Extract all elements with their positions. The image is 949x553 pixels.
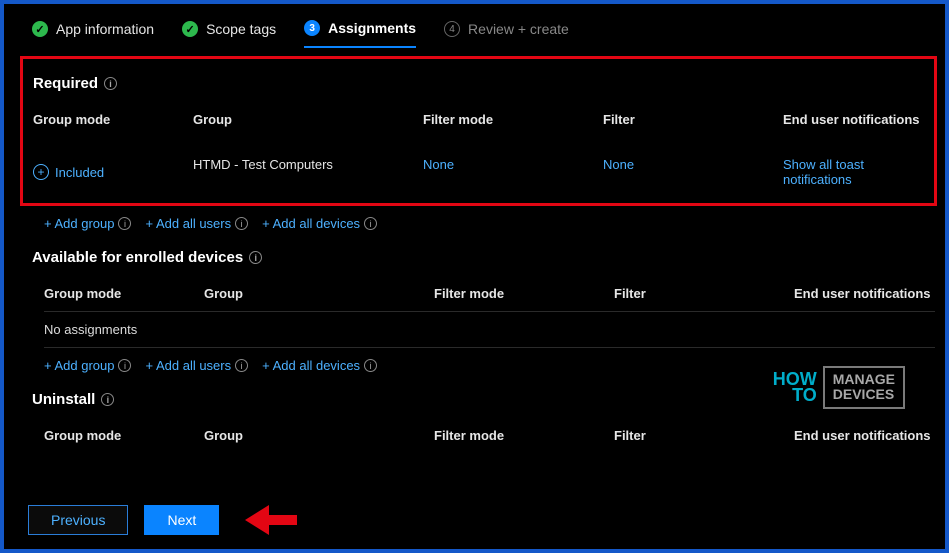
filter-mode-cell[interactable]: None — [423, 147, 593, 197]
wizard-steps: ✓ App information ✓ Scope tags 3 Assignm… — [32, 20, 935, 38]
step-number-icon: 4 — [444, 21, 460, 37]
col-filter-mode: Filter mode — [434, 420, 604, 453]
step-label: Assignments — [328, 20, 416, 36]
add-group-link[interactable]: + Add group i — [44, 358, 131, 373]
required-highlight: Required i Group mode Group Filter mode … — [20, 56, 937, 206]
add-group-link[interactable]: + Add group i — [44, 216, 131, 231]
add-all-devices-link[interactable]: + Add all devices i — [262, 358, 377, 373]
next-button[interactable]: Next — [144, 505, 219, 535]
footer-buttons: Previous Next — [28, 505, 297, 535]
watermark-box: MANAGE DEVICES — [823, 366, 905, 409]
check-icon: ✓ — [32, 21, 48, 37]
available-table: Group mode Group Filter mode Filter End … — [44, 278, 935, 311]
col-group: Group — [204, 278, 424, 311]
watermark-howto: HOW TO — [773, 371, 817, 403]
col-group: Group — [204, 420, 424, 453]
end-user-cell[interactable]: Show all toast notifications — [783, 147, 924, 197]
arrow-annotation-icon — [245, 507, 297, 533]
info-icon[interactable]: i — [364, 359, 377, 372]
previous-button[interactable]: Previous — [28, 505, 128, 535]
add-all-users-link[interactable]: + Add all users i — [145, 358, 248, 373]
info-icon[interactable]: i — [249, 251, 262, 264]
step-assignments[interactable]: 3 Assignments — [304, 20, 416, 48]
filter-cell[interactable]: None — [603, 147, 773, 197]
required-header: Required i — [33, 75, 924, 92]
info-icon[interactable]: i — [101, 393, 114, 406]
no-assignments-row: No assignments — [44, 311, 935, 348]
required-add-links: + Add group i + Add all users i + Add al… — [44, 216, 935, 231]
col-filter-mode: Filter mode — [434, 278, 604, 311]
info-icon[interactable]: i — [235, 359, 248, 372]
col-group-mode: Group mode — [44, 278, 194, 311]
group-mode-value: Included — [55, 165, 104, 180]
available-header: Available for enrolled devices i — [32, 249, 935, 266]
available-title: Available for enrolled devices — [32, 249, 243, 266]
step-review-create[interactable]: 4 Review + create — [444, 21, 569, 37]
step-scope-tags[interactable]: ✓ Scope tags — [182, 21, 276, 37]
info-icon[interactable]: i — [235, 217, 248, 230]
step-label: Review + create — [468, 21, 569, 37]
add-all-users-link[interactable]: + Add all users i — [145, 216, 248, 231]
uninstall-title: Uninstall — [32, 391, 95, 408]
col-end-user: End user notifications — [794, 420, 935, 453]
step-label: App information — [56, 21, 154, 37]
check-icon: ✓ — [182, 21, 198, 37]
step-number-icon: 3 — [304, 20, 320, 36]
info-icon[interactable]: i — [118, 359, 131, 372]
info-icon[interactable]: i — [104, 77, 117, 90]
required-table: Group mode Group Filter mode Filter End … — [33, 104, 924, 197]
info-icon[interactable]: i — [118, 217, 131, 230]
col-filter: Filter — [603, 104, 773, 137]
step-app-information[interactable]: ✓ App information — [32, 21, 154, 37]
col-filter: Filter — [614, 278, 784, 311]
step-label: Scope tags — [206, 21, 276, 37]
uninstall-table: Group mode Group Filter mode Filter End … — [44, 420, 935, 453]
col-end-user: End user notifications — [794, 278, 935, 311]
info-icon[interactable]: i — [364, 217, 377, 230]
group-mode-cell[interactable]: + Included — [33, 147, 183, 197]
col-group-mode: Group mode — [44, 420, 194, 453]
add-all-devices-link[interactable]: + Add all devices i — [262, 216, 377, 231]
col-group: Group — [193, 104, 413, 137]
col-group-mode: Group mode — [33, 104, 183, 137]
group-cell: HTMD - Test Computers — [193, 147, 413, 197]
required-title: Required — [33, 75, 98, 92]
plus-circle-icon: + — [33, 164, 49, 180]
col-filter-mode: Filter mode — [423, 104, 593, 137]
col-end-user: End user notifications — [783, 104, 924, 137]
watermark: HOW TO MANAGE DEVICES — [773, 366, 905, 409]
col-filter: Filter — [614, 420, 784, 453]
